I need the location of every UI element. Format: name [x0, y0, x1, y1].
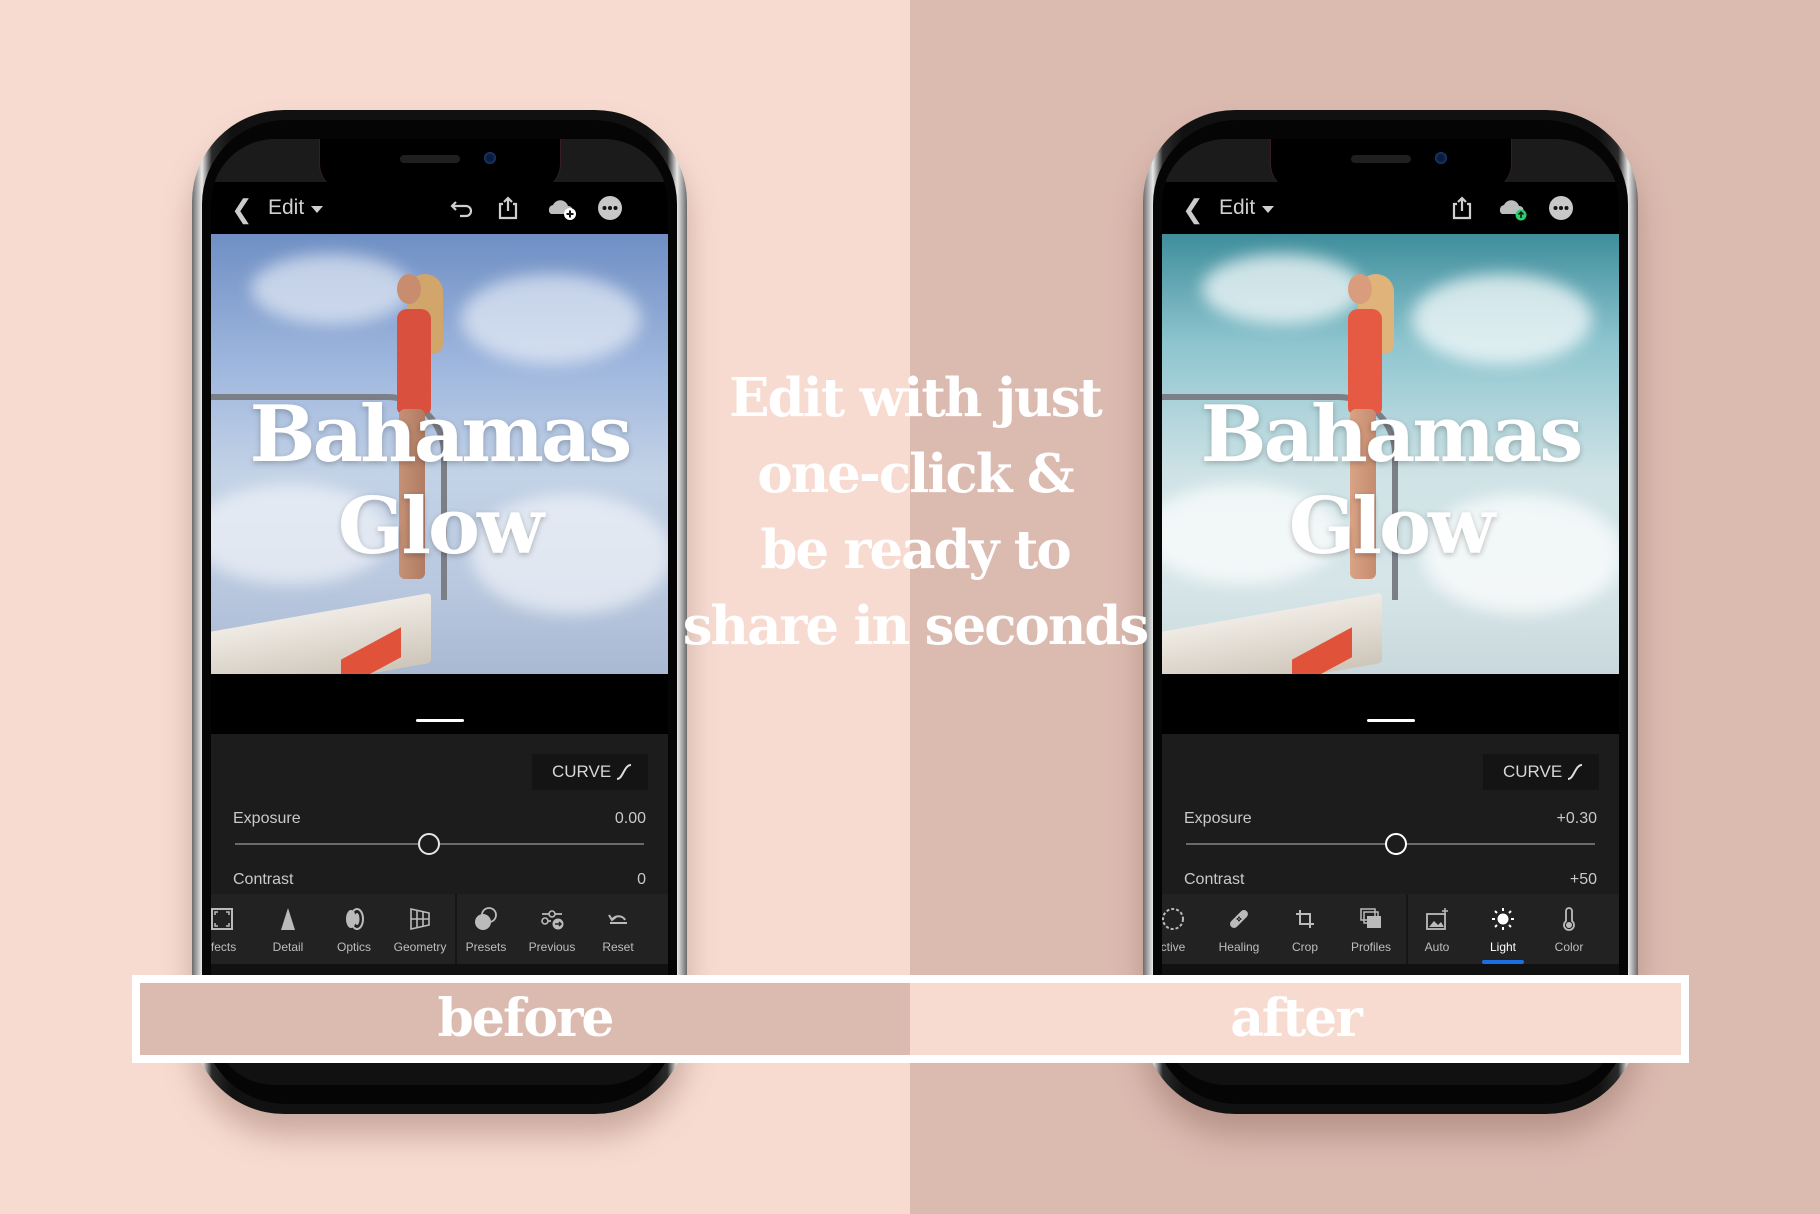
profiles-icon	[1360, 908, 1381, 928]
filmstrip-area	[1162, 674, 1619, 734]
bandage-icon	[1230, 910, 1248, 928]
photo-title: Bahamas Glow	[211, 389, 668, 573]
share-icon[interactable]	[494, 194, 522, 222]
headline: Edit with just one-click & be ready to s…	[680, 360, 1150, 664]
phone-before: ❮ Edit Bahamas Glow CURVE Exposure 0.00 …	[192, 110, 687, 1114]
curve-icon	[616, 764, 632, 780]
curve-button[interactable]: CURVE	[532, 754, 648, 790]
crop-icon	[1296, 910, 1314, 928]
screen-before: ❮ Edit Bahamas Glow CURVE Exposure 0.00 …	[211, 139, 668, 1085]
undo-icon[interactable]	[448, 194, 476, 222]
before-label-box: before	[140, 983, 910, 1055]
before-label: before	[437, 988, 615, 1049]
drag-handle[interactable]	[415, 719, 464, 722]
curve-button[interactable]: CURVE	[1483, 754, 1599, 790]
top-bar: ❮ Edit	[1162, 182, 1619, 234]
chevron-left-icon[interactable]: ❮	[231, 194, 253, 225]
after-label-box: after	[910, 983, 1681, 1055]
exposure-value: 0.00	[614, 810, 646, 827]
contrast-label: Contrast	[233, 871, 294, 888]
contrast-value: +50	[1569, 871, 1597, 888]
caret-down-icon[interactable]	[1262, 206, 1274, 213]
edit-menu[interactable]: Edit	[1219, 196, 1255, 220]
headline-line: Edit with just	[729, 367, 1103, 429]
photo-title-line: Bahamas	[249, 389, 633, 480]
reset-icon	[608, 914, 627, 924]
caret-down-icon[interactable]	[311, 206, 323, 213]
tool-reset[interactable]: Reset	[585, 894, 651, 964]
cloud-synced-icon[interactable]	[1496, 194, 1530, 222]
contrast-value: 0	[637, 871, 646, 888]
share-icon[interactable]	[1448, 194, 1476, 222]
photo-title-line: Bahamas	[1200, 389, 1584, 480]
front-camera	[483, 152, 496, 164]
edit-toolbar: ctive Healing Crop Profiles Auto Light C…	[1162, 894, 1619, 964]
selective-icon	[1162, 908, 1184, 930]
curve-label: CURVE	[552, 762, 612, 781]
headline-line: be ready to	[760, 519, 1071, 581]
photo-title-line: Glow	[337, 481, 544, 572]
chevron-left-icon[interactable]: ❮	[1182, 194, 1204, 225]
exposure-value: +0.30	[1556, 810, 1597, 827]
light-panel: CURVE Exposure 0.00 Contrast 0	[211, 734, 668, 894]
previous-icon	[541, 910, 564, 930]
drag-handle[interactable]	[1366, 719, 1415, 722]
presets-icon	[475, 907, 497, 930]
auto-icon	[1426, 908, 1448, 930]
sun-icon	[1492, 908, 1514, 930]
lens-icon	[346, 908, 364, 930]
exposure-label: Exposure	[1184, 810, 1252, 827]
speaker	[399, 155, 460, 163]
vignette-icon	[211, 908, 233, 930]
after-label: after	[1230, 988, 1363, 1049]
phone-after: ❮ Edit Bahamas Glow CURVE Exposure +0.30…	[1143, 110, 1638, 1114]
filmstrip-area	[211, 674, 668, 734]
photo-after: Bahamas Glow	[1162, 234, 1619, 674]
before-after-banner: before after	[132, 975, 1689, 1063]
curve-icon	[1567, 764, 1583, 780]
photo-before: Bahamas Glow	[211, 234, 668, 674]
headline-line: one-click &	[757, 443, 1074, 505]
curve-label: CURVE	[1503, 762, 1563, 781]
grid-perspective-icon	[410, 908, 430, 930]
screen-after: ❮ Edit Bahamas Glow CURVE Exposure +0.30…	[1162, 139, 1619, 1085]
triangle-icon	[281, 908, 295, 930]
thermometer-icon	[1563, 907, 1575, 931]
exposure-slider-thumb[interactable]	[418, 833, 440, 855]
cloud-add-icon[interactable]	[545, 194, 579, 222]
more-icon[interactable]	[596, 194, 624, 222]
more-icon[interactable]	[1547, 194, 1575, 222]
tool-label: Reset	[602, 940, 634, 954]
top-bar: ❮ Edit	[211, 182, 668, 234]
photo-title: Bahamas Glow	[1162, 389, 1619, 573]
exposure-slider-thumb[interactable]	[1385, 833, 1407, 855]
edit-toolbar: ffects Detail Optics Geometry Presets	[211, 894, 668, 964]
exposure-label: Exposure	[233, 810, 301, 827]
speaker	[1350, 155, 1411, 163]
photo-title-line: Glow	[1288, 481, 1495, 572]
front-camera	[1434, 152, 1447, 164]
edit-menu[interactable]: Edit	[268, 196, 304, 220]
tool-color[interactable]: Color	[1536, 894, 1602, 964]
tool-label: Color	[1554, 940, 1584, 954]
contrast-label: Contrast	[1184, 871, 1245, 888]
headline-line: share in seconds	[682, 595, 1150, 657]
light-panel: CURVE Exposure +0.30 Contrast +50	[1162, 734, 1619, 894]
